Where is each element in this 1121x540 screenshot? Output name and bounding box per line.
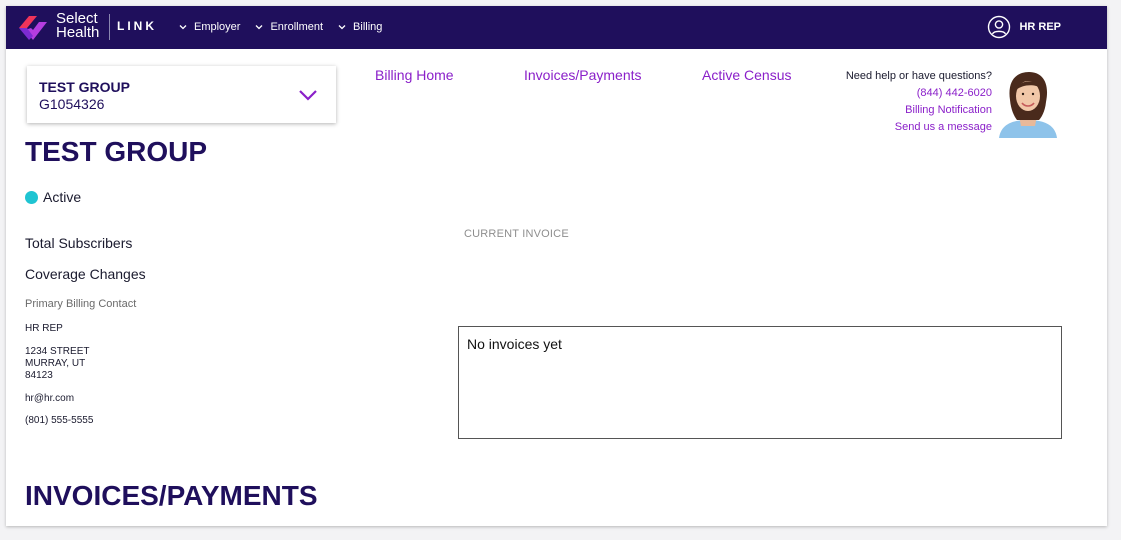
main-menu: Employer Enrollment Billing [178,21,396,33]
chevron-down-icon [256,25,263,30]
contact-email: hr@hr.com [25,393,75,404]
contact-address: 1234 STREET MURRAY, UT 84123 [25,346,89,382]
menu-employer-label: Employer [194,21,241,33]
status-text: Active [43,189,82,205]
invoices-payments-heading: INVOICES/PAYMENTS [25,480,318,511]
contact-phone: (801) 555-5555 [25,415,94,426]
group-status: Active [25,189,81,205]
help-question: Need help or have questions? [845,70,992,82]
status-dot-icon [25,190,38,204]
brand-line-2: Health [56,24,100,41]
product-name: LINK [117,19,157,33]
tab-active-census[interactable]: Active Census [702,67,791,83]
billing-notification-link[interactable]: Billing Notification [786,102,992,119]
app-window: Select Health LINK Employer Enrollment B… [6,6,1107,526]
chevron-down-icon [338,25,346,30]
page-title: TEST GROUP [25,136,208,167]
support-agent-avatar [999,72,1057,138]
chevron-down-icon [299,90,317,101]
menu-billing-label: Billing [353,21,383,33]
current-invoice-heading: CURRENT INVOICE [464,228,569,240]
select-health-logo-icon[interactable] [15,10,51,46]
total-subscribers-label: Total Subscribers [25,235,133,251]
current-invoice-panel: No invoices yet [458,326,1062,439]
menu-employer[interactable]: Employer [178,21,240,33]
user-name: HR REP [1019,21,1061,33]
contact-name: HR REP [25,323,63,334]
menu-enrollment[interactable]: Enrollment [254,21,323,33]
help-phone-link[interactable]: (844) 442-6020 [786,85,992,102]
address-line-3: 84123 [25,370,53,381]
help-panel: Need help or have questions? (844) 442-6… [786,68,992,136]
menu-billing[interactable]: Billing [337,21,382,33]
group-selector-name: TEST GROUP [39,79,131,95]
chevron-down-icon [179,25,187,30]
user-account-icon [988,15,1011,39]
menu-enrollment-label: Enrollment [270,21,324,33]
coverage-changes-label: Coverage Changes [25,266,146,282]
group-selector-id: G1054326 [39,96,105,112]
brand-divider [109,14,110,40]
no-invoices-text: No invoices yet [467,336,562,352]
top-nav-bar: Select Health LINK Employer Enrollment B… [6,6,1107,49]
user-menu[interactable]: HR REP [987,15,1061,39]
tab-billing-home[interactable]: Billing Home [375,67,454,83]
group-selector[interactable]: TEST GROUP G1054326 [27,66,336,123]
send-message-link[interactable]: Send us a message [786,119,992,136]
address-line-1: 1234 STREET [25,346,90,357]
tab-invoices-payments[interactable]: Invoices/Payments [524,67,642,83]
primary-contact-label: Primary Billing Contact [25,298,137,310]
brand-name: Select Health [56,11,100,41]
address-line-2: MURRAY, UT [25,358,86,369]
